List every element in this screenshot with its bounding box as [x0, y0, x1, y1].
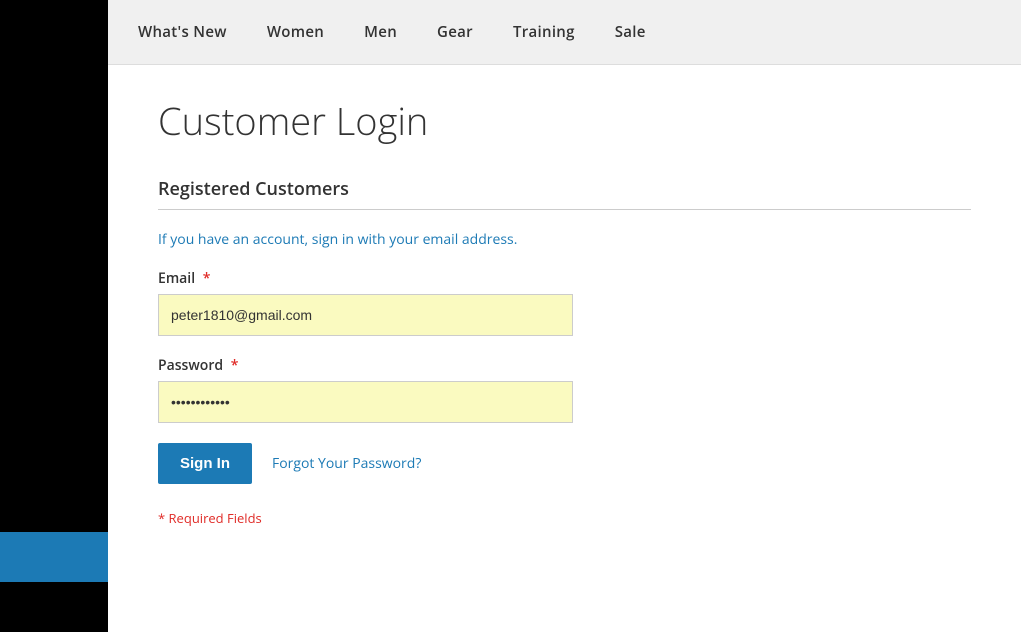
- password-input[interactable]: [158, 381, 573, 423]
- page-content: Customer Login Registered Customers If y…: [108, 65, 1021, 632]
- password-form-group: Password *: [158, 356, 971, 423]
- info-text: If you have an account, sign in with you…: [158, 230, 971, 249]
- email-required-asterisk: *: [203, 269, 211, 288]
- navbar: What's New Women Men Gear Training Sale: [108, 0, 1021, 65]
- form-actions: Sign In Forgot Your Password?: [158, 443, 971, 484]
- section-divider: [158, 209, 971, 210]
- left-sidebar: [0, 0, 108, 632]
- email-input[interactable]: [158, 294, 573, 336]
- nav-item-gear[interactable]: Gear: [437, 22, 473, 42]
- email-label-text: Email: [158, 269, 195, 288]
- nav-item-women[interactable]: Women: [267, 22, 324, 42]
- sign-in-button[interactable]: Sign In: [158, 443, 252, 484]
- page-title: Customer Login: [158, 95, 971, 147]
- email-form-group: Email *: [158, 269, 971, 336]
- nav-item-sale[interactable]: Sale: [615, 22, 646, 42]
- main-wrapper: What's New Women Men Gear Training Sale …: [108, 0, 1021, 632]
- password-label-text: Password: [158, 356, 223, 375]
- password-label: Password *: [158, 356, 971, 375]
- nav-item-whats-new[interactable]: What's New: [138, 22, 227, 42]
- main-nav: What's New Women Men Gear Training Sale: [138, 22, 646, 42]
- nav-item-training[interactable]: Training: [513, 22, 575, 42]
- blue-tab: [0, 532, 108, 582]
- forgot-password-link[interactable]: Forgot Your Password?: [272, 454, 421, 473]
- nav-item-men[interactable]: Men: [364, 22, 397, 42]
- registered-section-title: Registered Customers: [158, 177, 971, 201]
- email-label: Email *: [158, 269, 971, 288]
- password-required-asterisk: *: [231, 356, 239, 375]
- required-fields-note: * Required Fields: [158, 509, 971, 527]
